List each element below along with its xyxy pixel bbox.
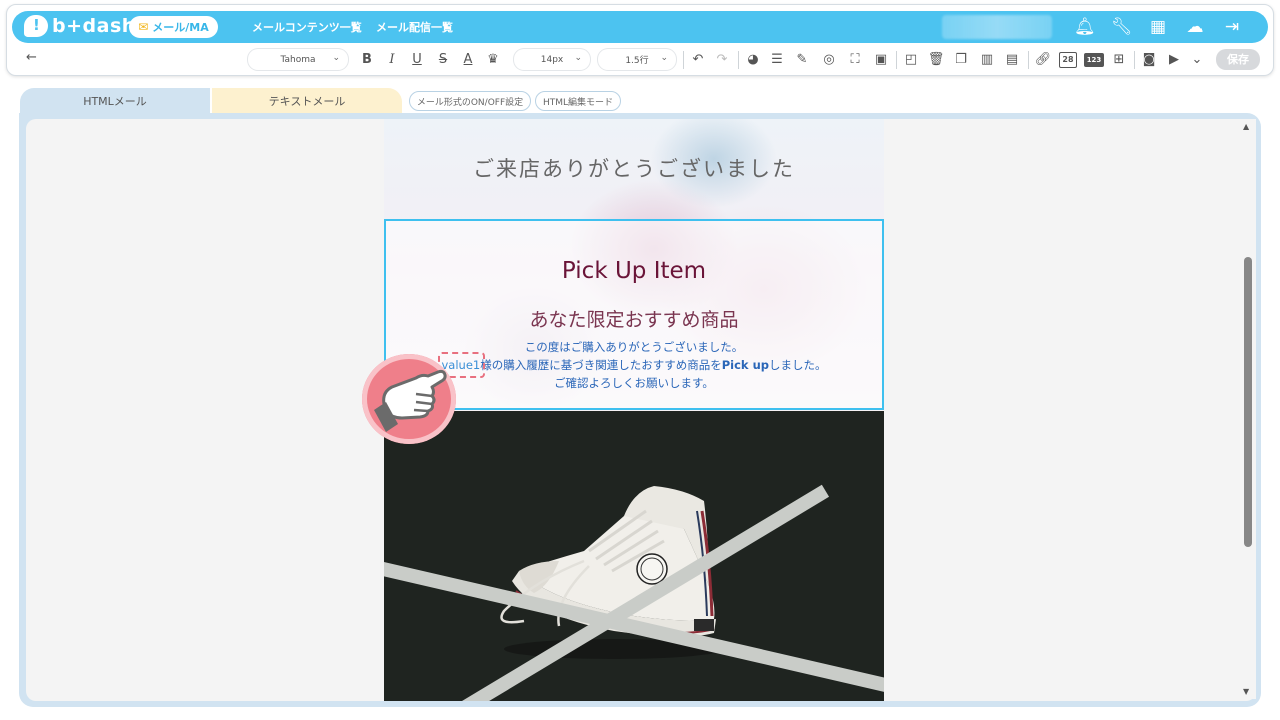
chevron-down-icon: ⌄ [574,53,582,63]
toolbar-divider [896,51,897,69]
pointer-hand-badge [362,354,456,444]
body-line-2-bold: Pick up [721,358,769,372]
email-preview: ご来店ありがとうございました Pick Up Item あなた限定おすすめ商品 … [384,119,884,701]
back-arrow-icon[interactable]: ← [26,50,37,65]
toolbar-divider [738,51,739,69]
pick-up-title[interactable]: Pick Up Item [386,258,882,284]
calendar-icon[interactable]: 28 [1059,52,1077,68]
mail-ma-label: メール/MA [152,21,209,34]
toolbar-divider [1028,51,1029,69]
redo-icon[interactable]: ↷ [713,50,731,70]
grid-icon[interactable]: ▦ [1148,16,1168,38]
tab-text-mail[interactable]: テキストメール [212,88,402,114]
sneaker-illustration [500,486,724,659]
chevron-down-icon: ⌄ [660,53,668,63]
pointing-hand-icon [374,369,447,432]
italic-icon[interactable]: I [383,50,401,70]
scroll-down-icon[interactable]: ▼ [1243,687,1249,696]
align-icon[interactable]: ☰ [768,50,786,70]
scroll-up-icon[interactable]: ▲ [1243,122,1249,131]
target-icon[interactable]: ◎ [820,50,838,70]
font-family-value: Tahoma [280,54,316,65]
sneaker-photo[interactable] [384,411,884,701]
palette-icon[interactable]: ◕ [744,50,762,70]
strikethrough-icon[interactable]: S [434,50,452,70]
columns-icon[interactable]: ▥ [978,50,996,70]
bell-icon[interactable]: 🔔︎ [1074,16,1096,38]
bold-icon[interactable]: B [358,50,376,70]
mail-open-icon: ✉ [138,20,149,34]
font-size-value: 14px [540,54,564,65]
pick-up-subtitle[interactable]: あなた限定おすすめ商品 [386,305,882,332]
copy-icon[interactable]: ❐ [952,50,970,70]
user-info-blurred [942,15,1052,39]
nav-mail-content-list[interactable]: メールコンテンツ一覧 [252,19,362,35]
mail-ma-nav-pill[interactable]: ✉ メール/MA [129,16,218,38]
scroll-thumb[interactable] [1244,257,1252,547]
underline-icon[interactable]: U [408,50,426,70]
undo-icon[interactable]: ↶ [689,50,707,70]
highlight-bulb-icon[interactable]: ♛ [484,50,502,70]
nav-mail-delivery-list[interactable]: メール配信一覧 [376,19,453,35]
chevron-down-icon: ⌄ [332,53,340,63]
add-block-icon[interactable]: ⊞ [1110,50,1128,70]
thanks-heading[interactable]: ご来店ありがとうございました [384,153,884,183]
more-chevron-icon[interactable]: ⌄ [1188,50,1206,70]
wrench-icon[interactable]: 🔧︎ [1111,16,1133,38]
pick-up-body-text[interactable]: この度はご購入ありがとうございました。 value1様の購入履歴に基づき関連した… [386,338,882,392]
play-icon[interactable]: ▶ [1165,50,1183,70]
mail-format-toggle-button[interactable]: メール形式のON/OFF設定 [409,91,531,111]
font-family-select[interactable]: Tahoma ⌄ [248,49,348,70]
toolbar-divider [683,51,684,69]
trash-icon[interactable]: 🗑︎ [927,50,945,70]
toolbar-divider [1134,51,1135,69]
pen-icon[interactable]: ✎ [793,50,811,70]
save-button[interactable]: 保存 [1216,49,1260,70]
line-height-value: 1.5行 [625,56,649,66]
font-size-select[interactable]: 14px ⌄ [514,49,590,70]
vertical-scrollbar[interactable]: ▲ ▼ [1240,119,1256,699]
selected-content-block[interactable]: Pick Up Item あなた限定おすすめ商品 この度はご購入ありがとうござい… [384,219,884,410]
image-icon[interactable]: ▣ [872,50,890,70]
logo-text: b+dash [52,15,136,37]
body-line-2-text-a: 様の購入履歴に基づき関連したおすすめ商品を [480,358,722,372]
fullscreen-icon[interactable]: ⛶ [846,50,864,70]
contact-icon[interactable]: ◙ [1140,50,1158,70]
body-line-2-text-b: しました。 [769,358,827,372]
editor-toolbar: ← Tahoma ⌄ B I U S A ♛ 14px ⌄ 1.5行 ⌄ ↶ ↷… [12,48,1268,72]
logout-icon[interactable]: ⇥ [1222,16,1242,38]
tab-html-mail[interactable]: HTMLメール [20,88,210,114]
body-line-2: value1様の購入履歴に基づき関連したおすすめ商品をPick upしました。 [386,352,882,378]
line-height-select[interactable]: 1.5行 ⌄ [598,49,676,70]
logo-bubble-icon [24,15,48,37]
font-color-icon[interactable]: A [459,50,477,70]
number-icon[interactable]: 123 [1084,53,1104,67]
top-icon-group: 🔔︎ 🔧︎ ▦ ☁ ⇥ [1074,16,1242,38]
bdash-logo[interactable]: b+dash [24,15,136,37]
rows-icon[interactable]: ▤ [1003,50,1021,70]
html-edit-mode-button[interactable]: HTML編集モード [535,91,621,111]
link-icon[interactable]: 🔗︎ [1034,50,1052,70]
block-icon[interactable]: ◰ [902,50,920,70]
top-navigation-bar: b+dash ✉ メール/MA メールコンテンツ一覧 メール配信一覧 🔔︎ 🔧︎… [12,11,1268,43]
chat-icon[interactable]: ☁ [1185,16,1205,38]
